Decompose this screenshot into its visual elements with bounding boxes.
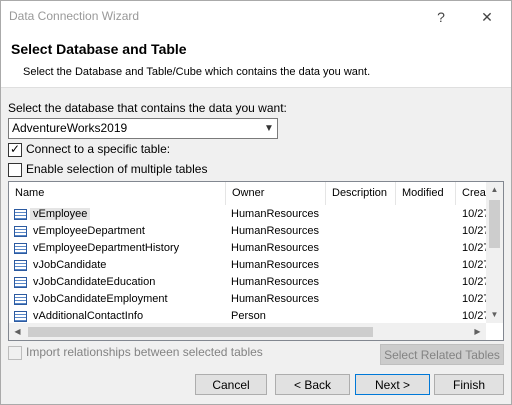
row-name: vJobCandidate bbox=[33, 259, 107, 271]
scroll-up-icon[interactable]: ▲ bbox=[486, 185, 503, 194]
connect-specific-label[interactable]: Connect to a specific table: bbox=[26, 142, 170, 156]
row-name: vAdditionalContactInfo bbox=[33, 310, 144, 322]
page-title: Select Database and Table bbox=[11, 41, 187, 57]
column-header-name[interactable]: Name bbox=[9, 182, 226, 205]
horizontal-scroll-thumb[interactable] bbox=[28, 327, 373, 337]
window-title: Data Connection Wizard bbox=[9, 9, 140, 23]
column-header-description[interactable]: Description bbox=[326, 182, 396, 205]
row-owner: HumanResources bbox=[231, 242, 320, 254]
select-related-tables-button[interactable]: Select Related Tables bbox=[380, 344, 504, 365]
table-icon bbox=[14, 277, 27, 288]
table-row[interactable]: vJobCandidateEducation HumanResources 10… bbox=[9, 275, 490, 292]
help-button[interactable]: ? bbox=[421, 1, 461, 33]
column-header-owner[interactable]: Owner bbox=[226, 182, 326, 205]
row-owner: HumanResources bbox=[231, 225, 320, 237]
row-name: vEmployeeDepartment bbox=[33, 225, 145, 237]
multiple-tables-label[interactable]: Enable selection of multiple tables bbox=[26, 162, 207, 176]
import-relationships-checkbox[interactable] bbox=[8, 346, 22, 360]
table-row[interactable]: vEmployeeDepartmentHistory HumanResource… bbox=[9, 241, 490, 258]
row-owner: HumanResources bbox=[231, 293, 320, 305]
table-icon bbox=[14, 243, 27, 254]
table-row[interactable]: vJobCandidateEmployment HumanResources 1… bbox=[9, 292, 490, 309]
row-name: vJobCandidateEmployment bbox=[33, 293, 168, 305]
column-header-modified[interactable]: Modified bbox=[396, 182, 456, 205]
horizontal-scrollbar[interactable]: ◀ ▶ bbox=[9, 323, 486, 340]
back-button[interactable]: < Back bbox=[275, 374, 350, 395]
table-row[interactable]: vEmployeeDepartment HumanResources 10/27 bbox=[9, 224, 490, 241]
vertical-scrollbar[interactable]: ▲ ▼ bbox=[486, 182, 503, 323]
row-owner: HumanResources bbox=[231, 259, 320, 271]
column-header-created[interactable]: Creat bbox=[456, 182, 486, 205]
database-select-value: AdventureWorks2019 bbox=[12, 121, 128, 135]
wizard-header: Select Database and Table Select the Dat… bbox=[1, 33, 511, 88]
table-list[interactable]: Name Owner Description Modified Creat vE… bbox=[8, 181, 504, 341]
row-owner: HumanResources bbox=[231, 276, 320, 288]
cancel-button[interactable]: Cancel bbox=[195, 374, 267, 395]
title-bar: Data Connection Wizard ? ✕ bbox=[1, 1, 511, 33]
database-select[interactable]: AdventureWorks2019 ▼ bbox=[8, 118, 278, 139]
wizard-window: Data Connection Wizard ? ✕ Select Databa… bbox=[0, 0, 512, 405]
chevron-down-icon[interactable]: ▼ bbox=[260, 119, 277, 138]
table-icon bbox=[14, 311, 27, 322]
vertical-scroll-thumb[interactable] bbox=[489, 200, 500, 248]
scroll-right-icon[interactable]: ▶ bbox=[469, 327, 486, 336]
table-icon bbox=[14, 294, 27, 305]
row-owner: HumanResources bbox=[231, 208, 320, 220]
database-label: Select the database that contains the da… bbox=[8, 101, 287, 115]
page-subtitle: Select the Database and Table/Cube which… bbox=[23, 66, 371, 78]
close-button[interactable]: ✕ bbox=[467, 1, 507, 33]
scroll-down-icon[interactable]: ▼ bbox=[486, 310, 503, 319]
table-row[interactable]: vEmployee HumanResources 10/27 bbox=[9, 207, 490, 224]
row-name: vEmployee bbox=[30, 208, 91, 220]
row-name: vJobCandidateEducation bbox=[33, 276, 156, 288]
table-icon bbox=[14, 260, 27, 271]
table-row[interactable]: vJobCandidate HumanResources 10/27 bbox=[9, 258, 490, 275]
row-owner: Person bbox=[231, 310, 266, 322]
import-relationships-label: Import relationships between selected ta… bbox=[26, 345, 263, 359]
table-icon bbox=[14, 209, 27, 220]
connect-specific-checkbox[interactable] bbox=[8, 142, 22, 157]
multiple-tables-checkbox[interactable] bbox=[8, 163, 22, 177]
row-name: vEmployeeDepartmentHistory bbox=[33, 242, 180, 254]
finish-button[interactable]: Finish bbox=[434, 374, 504, 395]
next-button[interactable]: Next > bbox=[355, 374, 430, 395]
table-icon bbox=[14, 226, 27, 237]
scroll-left-icon[interactable]: ◀ bbox=[9, 327, 26, 336]
